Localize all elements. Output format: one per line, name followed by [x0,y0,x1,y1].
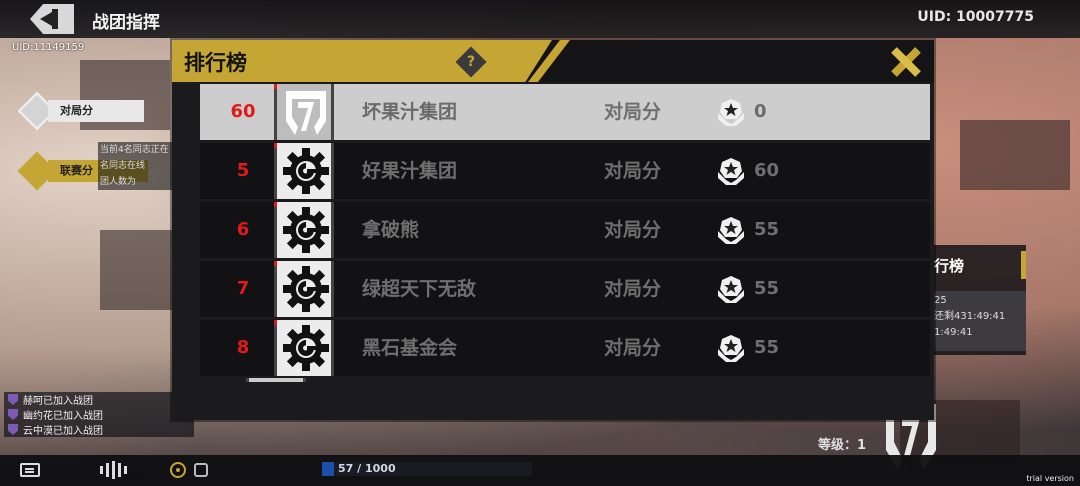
bottom-bar [0,455,1080,486]
ranking-modal: 排行榜 ? 60 坏果汁集团 对局分 0 5 好果汁集团 对局分 60 6 拿破… [172,40,934,420]
gear-logo-icon [283,148,329,194]
notification-item: 幽约花已加入战团 [4,407,194,422]
ranking-row[interactable]: 6 拿破熊 对局分 55 [200,202,930,258]
rank-number: 5 [236,160,250,181]
score-label: 对局分 [604,160,662,182]
team-name: 绿超天下无敌 [362,278,477,300]
score-label: 对局分 [604,101,662,123]
ranking-row[interactable]: 5 好果汁集团 对局分 60 [200,143,930,199]
back-arrow-icon [40,12,52,26]
score-label: 对局分 [604,278,662,300]
panel-title: 行榜 [934,257,965,275]
shield-icon [8,394,18,405]
secondary-uid: UID:11149159 [12,42,85,53]
team-name: 坏果汁集团 [362,101,458,123]
ranking-list[interactable]: 60 坏果汁集团 对局分 0 5 好果汁集团 对局分 60 6 拿破熊 对局分 [200,84,930,380]
member-info-text: 当前4名同志正在 名同志在线 团人数为 [98,142,176,190]
notification-item: 赫呵已加入战团 [4,392,194,407]
rank-number: 7 [236,278,250,299]
trial-watermark: trial version [1026,474,1074,483]
close-button[interactable] [886,48,926,76]
target-icon[interactable] [170,462,186,478]
gear-logo-icon [283,266,329,312]
ranking-row[interactable]: 7 绿超天下无敌 对局分 55 [200,261,930,317]
team-score: 55 [754,337,780,358]
team-emblem [274,261,334,317]
background-structure [100,230,180,310]
chat-icon[interactable] [20,463,40,477]
page-title: 战团指挥 [92,13,160,33]
player-uid: UID: 10007775 [917,9,1034,25]
tab-match-score[interactable]: 对局分 [17,91,144,131]
medal-icon [718,276,744,303]
team-emblem [274,143,334,199]
team-emblem [274,84,334,140]
medal-icon [718,99,744,126]
shield-icon [8,424,18,435]
gear-logo-icon [283,207,329,253]
background-ranking-panel: 行榜 25 还剩431:49:41 1:49:41 [932,245,1026,355]
rank-number: 6 [236,219,250,240]
seven-shield-icon [286,91,326,135]
team-name: 黑石基金会 [362,337,458,359]
team-score: 55 [754,278,780,299]
score-label: 对局分 [604,219,662,241]
back-button[interactable] [30,4,74,34]
pet-icon[interactable] [194,463,208,477]
rank-number: 8 [236,337,250,358]
medal-icon [718,217,744,244]
level-text: 等级：1 [818,438,867,453]
team-emblem [274,202,334,258]
tab-label: 对局分 [48,100,144,122]
notification-item: 云中漠已加入战团 [4,422,194,437]
experience-progress-bar: 57 / 1000 [322,462,532,476]
shield-icon [8,409,18,420]
background-structure [960,120,1070,190]
next-row-edge [246,378,306,382]
progress-text: 57 / 1000 [338,462,396,475]
team-name: 拿破熊 [362,219,420,241]
progress-fill [322,462,334,476]
score-label: 对局分 [604,337,662,359]
medal-icon [718,335,744,362]
top-bar: 战团指挥 UID: 10007775 [0,0,1080,38]
medal-icon [718,158,744,185]
team-name: 好果汁集团 [362,160,458,182]
team-score: 55 [754,219,780,240]
team-score: 0 [754,101,767,122]
team-emblem [274,320,334,376]
gear-logo-icon [283,325,329,371]
modal-title: 排行榜 [184,51,247,75]
help-button[interactable]: ? [455,46,487,78]
team-score: 60 [754,160,780,181]
panel-body: 25 还剩431:49:41 1:49:41 [932,291,1026,351]
rank-number: 60 [230,101,256,122]
voice-icon[interactable] [100,461,127,479]
question-icon: ? [466,54,476,70]
ranking-row[interactable]: 8 黑石基金会 对局分 55 [200,320,930,376]
modal-header: 排行榜 ? [172,40,934,82]
notification-feed: 赫呵已加入战团 幽约花已加入战团 云中漠已加入战团 [4,392,194,437]
ranking-row[interactable]: 60 坏果汁集团 对局分 0 [200,84,930,140]
